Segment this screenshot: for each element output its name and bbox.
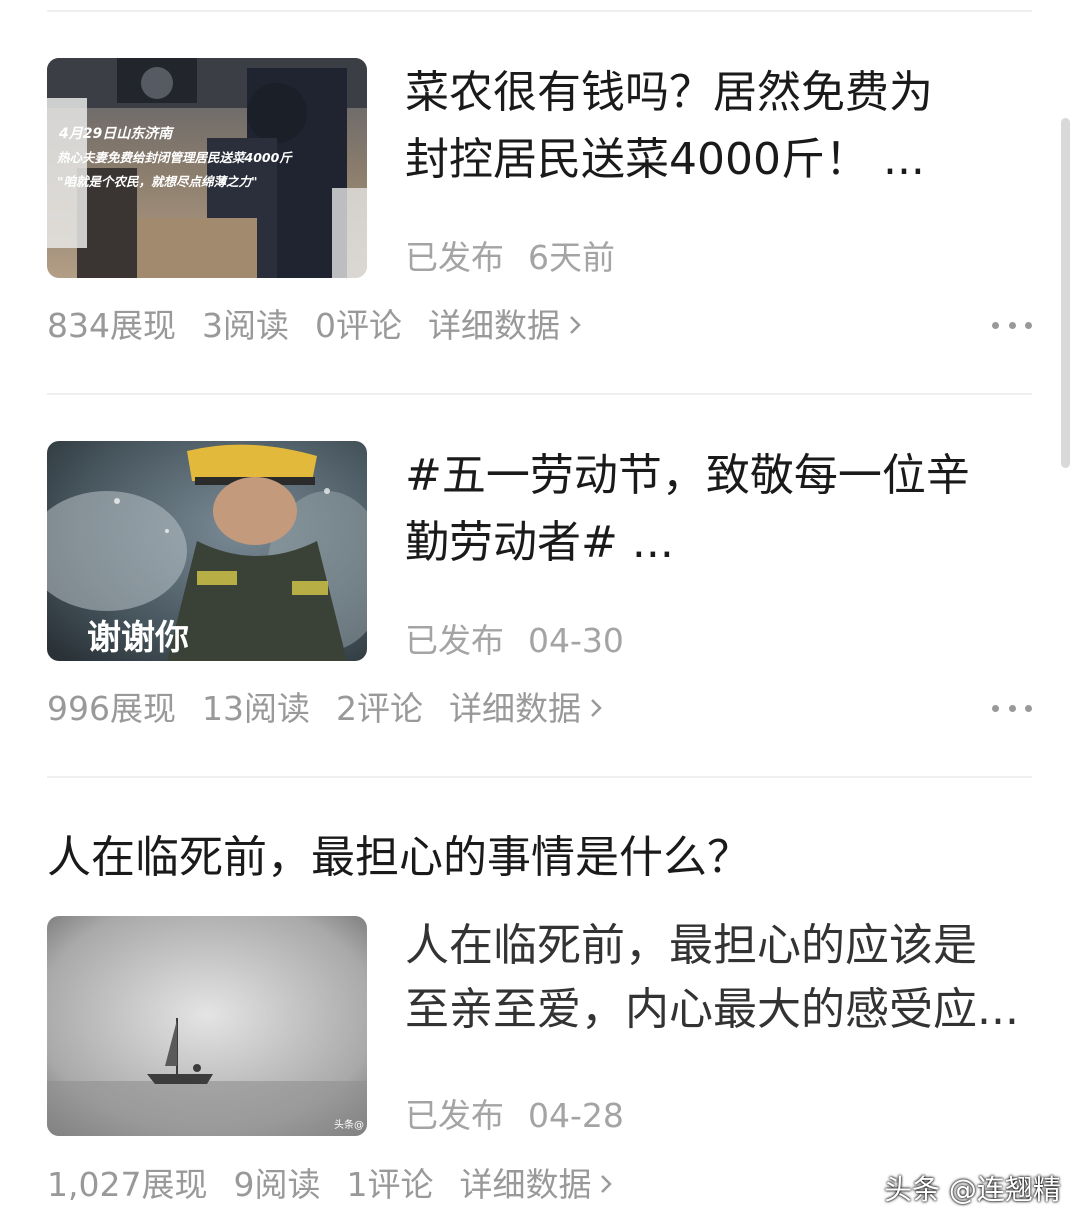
publish-info: 已发布 6天前 (405, 238, 639, 278)
impressions-count: 834展现 (47, 306, 176, 345)
publish-info: 已发布 04-30 (405, 621, 648, 661)
article-thumbnail[interactable]: 头条@ (47, 916, 367, 1136)
detail-data-label: 详细数据 (428, 306, 560, 345)
article-stats: 1,027展现 9阅读 1评论 详细数据 (47, 1165, 613, 1205)
article-title[interactable]: 人在临死前，最担心的事情是什么？ (47, 826, 751, 890)
thumbnail-caption: 4月29日山东济南 (58, 125, 175, 142)
article-thumbnail[interactable]: 谢谢你 (47, 441, 367, 661)
thumbnail-caption: "咱就是个农民，就想尽点绵薄之力" (57, 174, 258, 189)
detail-data-link[interactable]: 详细数据 (449, 689, 603, 729)
detail-data-link[interactable]: 详细数据 (428, 306, 582, 346)
chevron-right-icon (589, 689, 603, 729)
comments-count: 0评论 (315, 306, 402, 345)
reads-count: 9阅读 (233, 1165, 321, 1204)
divider (47, 776, 1032, 778)
article-stats: 996展现 13阅读 2评论 详细数据 (47, 689, 603, 729)
detail-data-link[interactable]: 详细数据 (459, 1165, 613, 1205)
impressions-count: 1,027展现 (47, 1165, 208, 1204)
publish-time: 04-28 (528, 1096, 624, 1135)
detail-data-label: 详细数据 (459, 1165, 592, 1204)
article-stats: 834展现 3阅读 0评论 详细数据 (47, 306, 582, 346)
article-title[interactable]: #五一劳动节，致敬每一位辛 勤劳动者# ... (405, 442, 1015, 576)
publish-status: 已发布 (405, 238, 504, 277)
article-snippet[interactable]: 人在临死前，最担心的应该是 至亲至爱，内心最大的感受应... (405, 914, 1035, 1042)
divider (47, 393, 1032, 395)
impressions-count: 996展现 (47, 689, 176, 728)
more-horizontal-icon[interactable] (992, 703, 1032, 713)
reads-count: 13阅读 (202, 689, 310, 728)
article-feed: 4月29日山东济南 热心夫妻免费给封闭管理居民送菜4000斤 "咱就是个农民，就… (47, 0, 1032, 1228)
comments-count: 2评论 (336, 689, 423, 728)
reads-count: 3阅读 (202, 306, 289, 345)
divider (47, 10, 1032, 12)
watermark: 头条 @连翘精 (884, 1173, 1061, 1206)
publish-status: 已发布 (405, 1096, 504, 1135)
thumbnail-caption: 谢谢你 (87, 618, 189, 658)
detail-data-label: 详细数据 (449, 689, 581, 728)
thumbnail-caption: 头条@ (334, 1118, 364, 1131)
thumbnail-caption: 热心夫妻免费给封闭管理居民送菜4000斤 (56, 150, 293, 165)
more-horizontal-icon[interactable] (992, 320, 1032, 330)
publish-time: 04-30 (528, 621, 624, 660)
chevron-right-icon (599, 1165, 613, 1205)
publish-info: 已发布 04-28 (405, 1096, 648, 1136)
publish-time: 6天前 (528, 238, 615, 277)
article-title[interactable]: 菜农很有钱吗？居然免费为 封控居民送菜4000斤！ ... (405, 59, 1015, 193)
chevron-right-icon (568, 306, 582, 346)
publish-status: 已发布 (405, 621, 504, 660)
scrollbar[interactable] (1061, 118, 1070, 468)
comments-count: 1评论 (346, 1165, 434, 1204)
article-thumbnail[interactable]: 4月29日山东济南 热心夫妻免费给封闭管理居民送菜4000斤 "咱就是个农民，就… (47, 58, 367, 278)
